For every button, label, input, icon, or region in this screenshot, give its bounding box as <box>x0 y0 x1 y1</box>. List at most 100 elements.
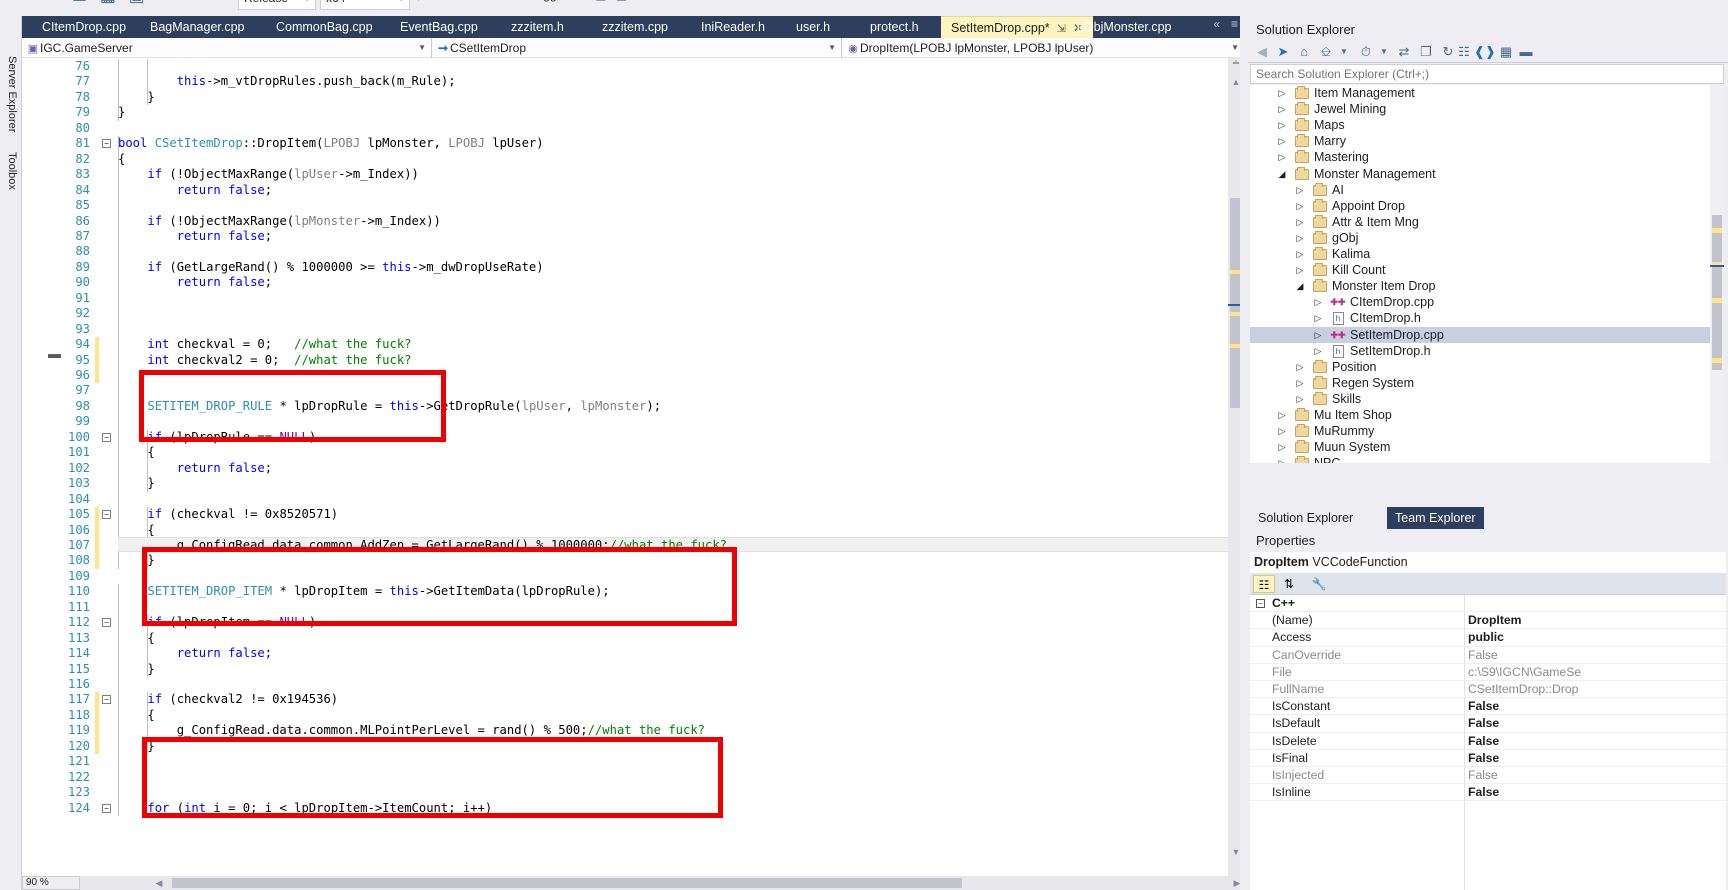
solution-tree-item[interactable]: ▷ Appoint Drop <box>1250 198 1724 214</box>
tab-overflow-chevrons-icon[interactable]: « <box>1213 17 1220 31</box>
search-input[interactable]: Search Solution Explorer (Ctrl+;) <box>1250 64 1724 84</box>
chevron-right-icon[interactable]: ▷ <box>1276 455 1288 463</box>
toolbar-icon-group[interactable]: ↻ ↺ ☐ ▦ ▣ ✎ ✕ <box>18 0 203 6</box>
chevron-right-icon[interactable]: ▷ <box>1294 391 1306 407</box>
chevron-down-icon[interactable]: ◢ <box>1276 166 1288 182</box>
document-tab[interactable]: CommonBag.cpp <box>266 16 383 38</box>
code-line[interactable]: int checkval2 = 0; //what the fuck? <box>22 353 1230 368</box>
forward-icon[interactable]: ➤ <box>1273 43 1293 61</box>
properties-icon[interactable]: ☷ <box>1454 43 1474 61</box>
solution-tree-item[interactable]: ▷ Muun System <box>1250 439 1724 455</box>
solution-tree-item[interactable]: ▷ gObj <box>1250 230 1724 246</box>
property-value[interactable]: c:\S9\IGCN\GameSe <box>1468 664 1718 681</box>
chevron-right-icon[interactable]: ▷ <box>1276 101 1288 117</box>
chevron-right-icon[interactable]: ▷ <box>1294 246 1306 262</box>
properties-row[interactable]: IsDefault False <box>1250 715 1726 733</box>
chevron-right-icon[interactable]: ▷ <box>1294 182 1306 198</box>
chevron-down-icon[interactable]: ◢ <box>1294 278 1306 294</box>
code-line[interactable]: return false; <box>22 183 1230 198</box>
code-line[interactable]: if (checkval != 0x8520571) <box>22 507 1230 522</box>
code-line[interactable]: SETITEM_DROP_RULE * lpDropRule = this->G… <box>22 399 1230 414</box>
tool-window-tab[interactable]: Team Explorer <box>1387 507 1484 529</box>
properties-row[interactable]: Access public <box>1250 629 1726 647</box>
code-line[interactable]: g_ConfigRead.data.common.AddZen = GetLar… <box>22 538 1230 553</box>
code-line[interactable]: if (!ObjectMaxRange(lpUser->m_Index)) <box>22 167 1230 182</box>
tab-list-dropdown-icon[interactable]: ≡ <box>1231 17 1238 31</box>
code-line[interactable]: bool CSetItemDrop::DropItem(LPOBJ lpMons… <box>22 136 1230 151</box>
chevron-right-icon[interactable]: ▷ <box>1276 423 1288 439</box>
property-value[interactable]: False <box>1468 715 1718 732</box>
solution-tree-item[interactable]: ◢ Monster Item Drop <box>1250 278 1724 294</box>
toolbar-secondary-icons[interactable]: ⚙ ◰ ▣ ✎ ⚑ ☰ ⚙ <box>575 0 710 2</box>
document-tab[interactable]: CItemDrop.cpp <box>32 16 136 38</box>
solution-tree-item[interactable]: ▷ Skills <box>1250 391 1724 407</box>
property-value[interactable]: False <box>1468 647 1718 664</box>
properties-row[interactable]: IsInjected False <box>1250 767 1726 785</box>
chevron-right-icon[interactable]: ▷ <box>1276 439 1288 455</box>
property-value[interactable]: CSetItemDrop::Drop <box>1468 681 1718 698</box>
start-debugging-button[interactable]: ▶ Local Windows Debugger ▼ <box>418 0 583 2</box>
chevron-down-icon[interactable]: ▼ <box>1374 43 1394 61</box>
solution-tree-item[interactable]: ▷ MuRummy <box>1250 423 1724 439</box>
property-pages-icon[interactable]: 🔧 <box>1308 575 1330 593</box>
home-icon[interactable]: ⌂ <box>1294 43 1314 61</box>
solution-tree-item[interactable]: ▷ Mu Item Shop <box>1250 407 1724 423</box>
properties-row[interactable]: File c:\S9\IGCN\GameSe <box>1250 664 1726 681</box>
property-value[interactable]: False <box>1468 733 1718 750</box>
class-selector-combo[interactable]: ➞ CSetItemDrop ▼ <box>432 38 842 58</box>
categorized-icon[interactable]: ☷ <box>1253 575 1275 593</box>
tool-window-tab[interactable]: Solution Explorer <box>1250 507 1362 529</box>
code-line[interactable]: g_ConfigRead.data.common.MLPointPerLevel… <box>22 723 1230 738</box>
preview-icon[interactable]: ▦ <box>1496 43 1516 61</box>
solution-tree-item[interactable]: ▷ ✚✚ SetItemDrop.cpp <box>1250 326 1724 343</box>
properties-row[interactable]: IsDelete False <box>1250 733 1726 750</box>
solution-platform-combo[interactable]: x64 ▼ <box>320 0 410 10</box>
code-line[interactable]: return false; <box>22 646 1230 661</box>
chevron-down-icon[interactable]: ▼ <box>1334 43 1354 61</box>
sidebar-item-toolbox[interactable]: Toolbox <box>2 148 20 194</box>
editor-zoom-level[interactable]: 90 % <box>22 876 80 890</box>
code-line[interactable]: if (checkval2 != 0x194536) <box>22 692 1230 707</box>
code-line[interactable]: { <box>22 445 1230 460</box>
scroll-left-icon[interactable]: ◀ <box>152 876 166 890</box>
history-icon[interactable]: ⏱ <box>1356 43 1376 61</box>
solution-tree-item[interactable]: ▷ Kalima <box>1250 246 1724 262</box>
code-line[interactable]: } <box>22 105 1230 120</box>
code-line[interactable]: if (GetLargeRand() % 1000000 >= this->m_… <box>22 260 1230 275</box>
document-tab[interactable]: gObjMonster.cpp <box>1067 16 1182 38</box>
code-line[interactable]: { <box>22 631 1230 646</box>
solution-tree-item[interactable]: ▷ h CItemDrop.h <box>1250 310 1724 326</box>
code-view-icon[interactable]: ❰❱ <box>1474 43 1496 61</box>
chevron-right-icon[interactable]: ▷ <box>1276 149 1288 165</box>
chevron-right-icon[interactable]: ▷ <box>1276 85 1288 101</box>
properties-row[interactable]: IsFinal False <box>1250 750 1726 767</box>
code-line[interactable]: return false; <box>22 229 1230 244</box>
document-tab[interactable]: zzzitem.h <box>501 16 574 38</box>
code-line[interactable]: } <box>22 739 1230 754</box>
property-value[interactable]: False <box>1468 698 1718 715</box>
alphabetical-icon[interactable]: ⇅ <box>1278 575 1300 593</box>
solution-tree-item[interactable]: ▷ AI <box>1250 182 1724 198</box>
code-line[interactable]: this->m_vtDropRules.push_back(m_Rule); <box>22 74 1230 89</box>
chevron-right-icon[interactable]: ▷ <box>1294 359 1306 375</box>
document-tab[interactable]: zzzitem.cpp <box>592 16 678 38</box>
solution-tree-item[interactable]: ▷ Item Management <box>1250 85 1724 101</box>
editor-horizontal-scrollbar[interactable]: ◀ ▶ <box>22 876 1244 890</box>
property-value[interactable]: public <box>1468 629 1718 646</box>
code-line[interactable]: { <box>22 152 1230 167</box>
chevron-right-icon[interactable]: ▷ <box>1312 343 1324 359</box>
code-line[interactable]: } <box>22 553 1230 568</box>
chevron-right-icon[interactable]: ▷ <box>1312 310 1324 326</box>
document-tab[interactable]: protect.h <box>860 16 929 38</box>
properties-row[interactable]: FullName CSetItemDrop::Drop <box>1250 681 1726 699</box>
chevron-right-icon[interactable]: ▷ <box>1312 294 1324 310</box>
chevron-right-icon[interactable]: ▷ <box>1294 375 1306 391</box>
code-line[interactable]: if (lpDropItem == NULL) <box>22 615 1230 630</box>
sync-icon[interactable]: ⇄ <box>1394 43 1414 61</box>
solution-tree-item[interactable]: ▷ Mastering <box>1250 149 1724 165</box>
solution-tree-item[interactable]: ▷ ✚✚ CItemDrop.cpp <box>1250 294 1724 310</box>
properties-row[interactable]: IsInline False <box>1250 784 1726 802</box>
code-line[interactable]: } <box>22 662 1230 677</box>
solution-tree-item[interactable]: ▷ Maps <box>1250 117 1724 133</box>
solution-scroll-thumb[interactable] <box>1712 215 1722 370</box>
